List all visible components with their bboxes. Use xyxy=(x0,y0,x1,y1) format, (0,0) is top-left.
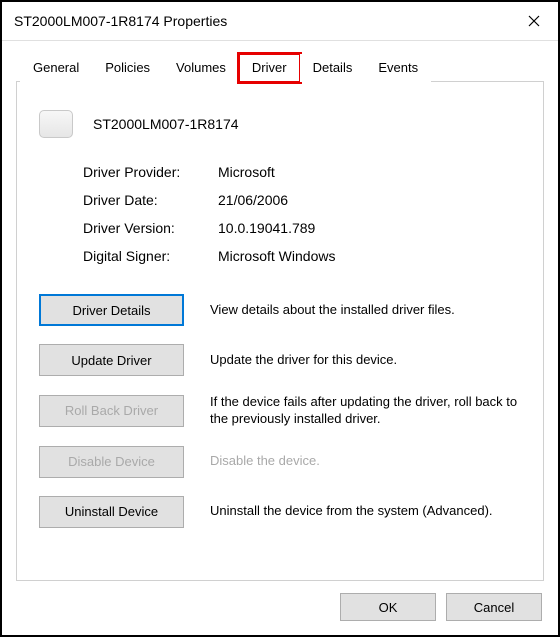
uninstall-device-button[interactable]: Uninstall Device xyxy=(39,496,184,528)
roll-back-driver-button: Roll Back Driver xyxy=(39,395,184,427)
ok-button[interactable]: OK xyxy=(340,593,436,621)
tab-details[interactable]: Details xyxy=(300,54,366,82)
disable-device-row: Disable Device Disable the device. xyxy=(39,446,521,478)
driver-details-row: Driver Details View details about the in… xyxy=(39,294,521,326)
window-title: ST2000LM007-1R8174 Properties xyxy=(14,13,227,29)
roll-back-driver-desc: If the device fails after updating the d… xyxy=(210,394,521,428)
driver-version-label: Driver Version: xyxy=(83,220,218,236)
tab-bar: General Policies Volumes Driver Details … xyxy=(16,53,544,82)
dialog-footer: OK Cancel xyxy=(2,581,558,635)
disable-device-desc: Disable the device. xyxy=(210,453,521,470)
update-driver-desc: Update the driver for this device. xyxy=(210,352,521,369)
tab-events[interactable]: Events xyxy=(365,54,431,82)
driver-details-button[interactable]: Driver Details xyxy=(39,294,184,326)
update-driver-button[interactable]: Update Driver xyxy=(39,344,184,376)
roll-back-driver-row: Roll Back Driver If the device fails aft… xyxy=(39,394,521,428)
cancel-button[interactable]: Cancel xyxy=(446,593,542,621)
title-bar: ST2000LM007-1R8174 Properties xyxy=(2,2,558,41)
tab-volumes[interactable]: Volumes xyxy=(163,54,239,82)
tab-general[interactable]: General xyxy=(20,54,92,82)
driver-info: Driver Provider: Microsoft Driver Date: … xyxy=(83,164,521,264)
driver-provider-label: Driver Provider: xyxy=(83,164,218,180)
device-header: ST2000LM007-1R8174 xyxy=(39,110,521,138)
driver-panel: ST2000LM007-1R8174 Driver Provider: Micr… xyxy=(16,82,544,581)
driver-provider-value: Microsoft xyxy=(218,164,521,180)
driver-details-desc: View details about the installed driver … xyxy=(210,302,521,319)
update-driver-row: Update Driver Update the driver for this… xyxy=(39,344,521,376)
digital-signer-label: Digital Signer: xyxy=(83,248,218,264)
uninstall-device-row: Uninstall Device Uninstall the device fr… xyxy=(39,496,521,528)
driver-version-value: 10.0.19041.789 xyxy=(218,220,521,236)
close-icon xyxy=(528,15,540,27)
actions: Driver Details View details about the in… xyxy=(39,294,521,528)
uninstall-device-desc: Uninstall the device from the system (Ad… xyxy=(210,503,521,520)
tabs-container: General Policies Volumes Driver Details … xyxy=(2,41,558,82)
driver-date-label: Driver Date: xyxy=(83,192,218,208)
disk-drive-icon xyxy=(39,110,73,138)
driver-date-value: 21/06/2006 xyxy=(218,192,521,208)
tab-driver[interactable]: Driver xyxy=(239,54,300,82)
disable-device-button: Disable Device xyxy=(39,446,184,478)
digital-signer-value: Microsoft Windows xyxy=(218,248,521,264)
tab-policies[interactable]: Policies xyxy=(92,54,163,82)
device-name: ST2000LM007-1R8174 xyxy=(93,116,239,132)
close-button[interactable] xyxy=(520,10,548,32)
